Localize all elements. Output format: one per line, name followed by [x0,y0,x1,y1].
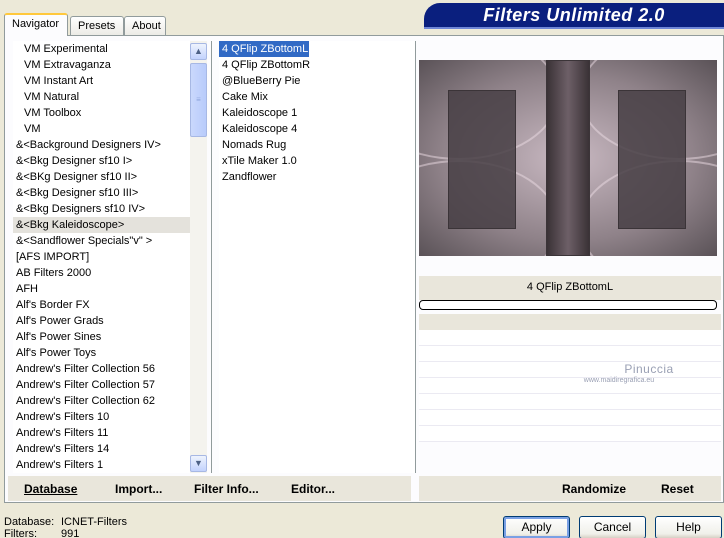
category-item[interactable]: &<Background Designers IV> [13,137,190,153]
category-item[interactable]: Andrew's Filters 1 [13,457,190,473]
category-item[interactable]: AB Filters 2000 [13,265,190,281]
category-item[interactable]: VM Extravaganza [13,57,190,73]
left-command-bar: Database Import... Filter Info... Editor… [8,476,411,501]
filter-item[interactable]: xTile Maker 1.0 [219,153,415,169]
filters-count: 991 [61,528,80,538]
filter-item[interactable]: @BlueBerry Pie [219,73,415,89]
category-item[interactable]: &<BKg Designer sf10 II> [13,169,190,185]
filters-label: Filters: [4,528,37,538]
filter-item[interactable]: Nomads Rug [219,137,415,153]
editor-button[interactable]: Editor... [291,482,335,496]
preview-divider [415,41,416,473]
filter-list[interactable]: 4 QFlip ZBottomL 4 QFlip ZBottomR @BlueBer… [219,41,415,473]
category-item[interactable]: VM Instant Art [13,73,190,89]
category-item[interactable]: VM Toolbox [13,105,190,121]
category-item[interactable]: VM Natural [13,89,190,105]
watermark-name: Pinuccia [624,362,674,376]
cancel-button[interactable]: Cancel [579,516,646,538]
category-item[interactable]: Alf's Power Sines [13,329,190,345]
category-item[interactable]: &<Bkg Designers sf10 IV> [13,201,190,217]
filter-item[interactable]: Kaleidoscope 1 [219,105,415,121]
filter-item[interactable]: 4 QFlip ZBottomR [219,57,415,73]
scroll-down-button[interactable]: ▼ [190,455,207,472]
arrow-down-icon: ▼ [194,458,203,468]
app-title-banner: Filters Unlimited 2.0 [424,3,724,29]
category-item[interactable]: Alf's Power Toys [13,345,190,361]
preview-area [419,56,717,256]
category-list[interactable]: VM Experimental VM Extravaganza VM Instant… [13,41,190,473]
category-item[interactable]: Alf's Power Grads [13,313,190,329]
preview-image [419,60,717,256]
help-button[interactable]: Help [655,516,722,538]
parameter-area: Pinuccia www.maidiregrafica.eu [419,314,721,456]
filter-info-button[interactable]: Filter Info... [194,482,259,496]
scroll-up-button[interactable]: ▲ [190,43,207,60]
category-item[interactable]: VM Experimental [13,41,190,57]
category-item[interactable]: &<Bkg Kaleidoscope> [13,217,190,233]
category-item[interactable]: [AFS IMPORT] [13,249,190,265]
randomize-button[interactable]: Randomize [562,482,626,496]
database-value: ICNET-Filters [61,516,127,528]
grip-icon: ≡ [196,95,201,104]
database-label: Database: [4,516,55,528]
category-item[interactable]: Andrew's Filters 10 [13,409,190,425]
category-item[interactable]: Alf's Border FX [13,297,190,313]
filter-item[interactable]: Kaleidoscope 4 [219,121,415,137]
list-divider [211,41,212,473]
navigator-panel: VM Experimental VM Extravaganza VM Instant… [4,35,724,503]
filter-item[interactable]: Zandflower [219,169,415,185]
tab-about[interactable]: About [124,16,166,35]
category-item[interactable]: AFH [13,281,190,297]
category-item[interactable]: Andrew's Filters 14 [13,441,190,457]
right-command-bar: Randomize Reset [419,476,721,501]
category-scrollbar[interactable]: ▲ ≡ ▼ [190,41,207,473]
category-item[interactable]: &<Bkg Designer sf10 III> [13,185,190,201]
category-item[interactable]: Andrew's Filter Collection 62 [13,393,190,409]
import-button[interactable]: Import... [115,482,162,496]
reset-button[interactable]: Reset [661,482,694,496]
tab-presets[interactable]: Presets [70,16,124,35]
arrow-up-icon: ▲ [194,46,203,56]
progress-bar [419,300,717,310]
preview-filter-name: 4 QFlip ZBottomL [419,276,721,300]
filter-item[interactable]: 4 QFlip ZBottomL [219,41,309,57]
tab-navigator[interactable]: Navigator [4,13,68,36]
category-item[interactable]: Andrew's Filters 11 [13,425,190,441]
category-item[interactable]: &<Sandflower Specials"v" > [13,233,190,249]
database-button[interactable]: Database [24,482,77,496]
category-item[interactable]: Andrew's Filter Collection 57 [13,377,190,393]
scroll-thumb[interactable]: ≡ [190,63,207,137]
category-item[interactable]: Andrew's Filter Collection 56 [13,361,190,377]
watermark-site: www.maidiregrafica.eu [583,377,655,384]
status-area: Database: ICNET-Filters Filters: 991 [4,516,127,538]
category-item[interactable]: VM [13,121,190,137]
category-item[interactable]: &<Bkg Designer sf10 I> [13,153,190,169]
filter-item[interactable]: Cake Mix [219,89,415,105]
apply-button[interactable]: Apply [503,516,570,538]
